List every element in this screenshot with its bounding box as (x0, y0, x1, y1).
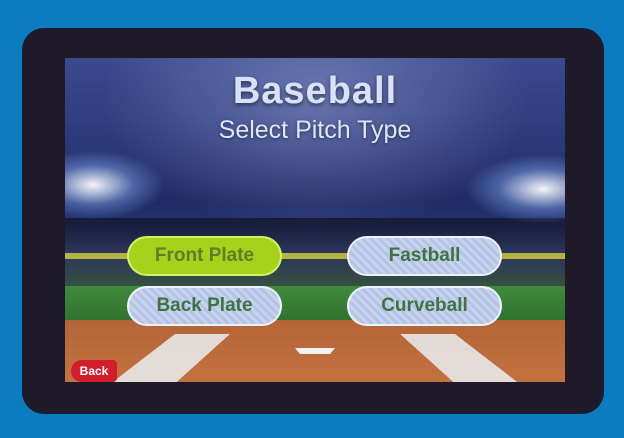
stadium-lights-left (65, 150, 165, 220)
game-title: Baseball (232, 70, 398, 112)
back-button[interactable]: Back (71, 360, 117, 382)
front-plate-button[interactable]: Front Plate (127, 236, 282, 276)
back-plate-button[interactable]: Back Plate (127, 286, 282, 326)
screen-subtitle: Select Pitch Type (218, 116, 412, 144)
game-screen: Baseball Select Pitch Type Front Plate F… (65, 58, 565, 382)
device-frame: Baseball Select Pitch Type Front Plate F… (22, 28, 604, 414)
curveball-button[interactable]: Curveball (347, 286, 502, 326)
field-lines (112, 334, 518, 382)
stadium-lights-right (465, 154, 565, 224)
fastball-button[interactable]: Fastball (347, 236, 502, 276)
